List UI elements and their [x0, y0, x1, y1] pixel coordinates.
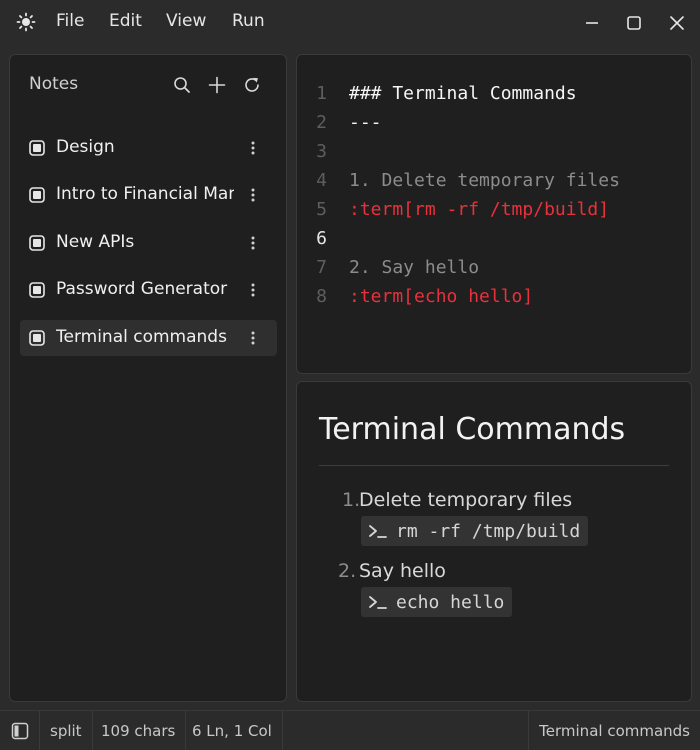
note-label: Intro to Financial Management — [56, 184, 234, 204]
terminal-command-text: echo hello — [396, 591, 505, 613]
menu-run[interactable]: Run — [232, 11, 265, 31]
line-text: :term[rm -rf /tmp/build] — [349, 199, 610, 220]
sidebar-title: Notes — [29, 74, 79, 94]
more-options-icon[interactable] — [246, 279, 260, 301]
note-label: New APIs — [56, 232, 135, 252]
menu-view[interactable]: View — [166, 11, 206, 31]
line-text: --- — [349, 112, 382, 133]
maximize-icon[interactable] — [623, 12, 645, 34]
note-icon — [29, 140, 45, 156]
char-count: 109 chars — [91, 711, 187, 750]
line-number: 3 — [316, 141, 327, 162]
line-number: 1 — [316, 83, 327, 104]
line-number: 2 — [316, 112, 327, 133]
editor-line: 8 :term[echo hello] — [297, 286, 691, 315]
note-icon — [29, 330, 45, 346]
view-mode[interactable]: split — [40, 711, 93, 750]
note-label: Password Generator — [56, 279, 228, 299]
more-options-icon[interactable] — [246, 137, 260, 159]
terminal-prompt-icon — [368, 522, 390, 540]
terminal-prompt-icon — [368, 593, 390, 611]
minimize-icon[interactable] — [581, 12, 603, 34]
menu-file[interactable]: File — [56, 11, 84, 31]
line-text: :term[echo hello] — [349, 286, 534, 307]
note-label: Design — [56, 137, 115, 157]
more-options-icon[interactable] — [246, 184, 260, 206]
refresh-icon[interactable] — [241, 74, 263, 96]
terminal-command-chip[interactable]: echo hello — [361, 587, 513, 617]
preview-divider — [319, 465, 669, 466]
note-item-new-apis[interactable]: New APIs — [20, 225, 277, 261]
note-icon — [29, 235, 45, 251]
line-number: 5 — [316, 199, 327, 220]
list-item-text: Say hello — [359, 560, 446, 582]
list-number: 2. — [338, 560, 357, 582]
line-number: 7 — [316, 257, 327, 278]
menu-edit[interactable]: Edit — [109, 11, 142, 31]
editor-line: 3 — [297, 141, 691, 170]
note-icon — [29, 282, 45, 298]
preview-title: Terminal Commands — [319, 412, 626, 447]
note-item-intro-to-financial[interactable]: Intro to Financial Management — [20, 177, 277, 213]
note-item-terminal-commands[interactable]: Terminal commands — [20, 320, 277, 356]
add-note-icon[interactable] — [206, 74, 228, 96]
note-item-password-generator[interactable]: Password Generator — [20, 272, 277, 308]
terminal-command-chip[interactable]: rm -rf /tmp/build — [361, 516, 589, 546]
list-item-text: Delete temporary files — [359, 489, 573, 511]
editor-line: 2 --- — [297, 112, 691, 141]
line-number: 6 — [316, 228, 327, 249]
editor-line: 1 ### Terminal Commands — [297, 83, 691, 112]
line-number: 8 — [316, 286, 327, 307]
sun-icon[interactable] — [16, 12, 36, 32]
note-item-design[interactable]: Design — [20, 130, 277, 166]
line-text: 2. Say hello — [349, 257, 480, 278]
current-note-name: Terminal commands — [528, 711, 700, 750]
markdown-preview: Terminal Commands 1. Delete temporary fi… — [296, 381, 692, 702]
editor-line: 4 1. Delete temporary files — [297, 170, 691, 199]
terminal-command-text: rm -rf /tmp/build — [396, 520, 581, 542]
cursor-position: 6 Ln, 1 Col — [182, 711, 283, 750]
markdown-editor[interactable]: 1 ### Terminal Commands 2 --- 3 4 1. Delete… — [296, 54, 692, 374]
line-number: 4 — [316, 170, 327, 191]
note-label: Terminal commands — [56, 327, 227, 347]
editor-line-current: 6 — [297, 228, 691, 257]
toggle-sidebar-icon[interactable] — [0, 711, 40, 750]
more-options-icon[interactable] — [246, 232, 260, 254]
list-number: 1. — [342, 489, 361, 511]
search-icon[interactable] — [171, 74, 193, 96]
close-icon[interactable] — [666, 12, 688, 34]
editor-line: 5 :term[rm -rf /tmp/build] — [297, 199, 691, 228]
note-icon — [29, 187, 45, 203]
more-options-icon[interactable] — [246, 327, 260, 349]
line-text: 1. Delete temporary files — [349, 170, 620, 191]
title-bar: File Edit View Run — [0, 0, 700, 44]
status-bar: split 109 chars 6 Ln, 1 Col Terminal com… — [0, 710, 700, 750]
line-text: ### Terminal Commands — [349, 83, 577, 104]
editor-line: 7 2. Say hello — [297, 257, 691, 286]
notes-sidebar: Notes Design Intro to Financial Manageme… — [9, 54, 287, 702]
